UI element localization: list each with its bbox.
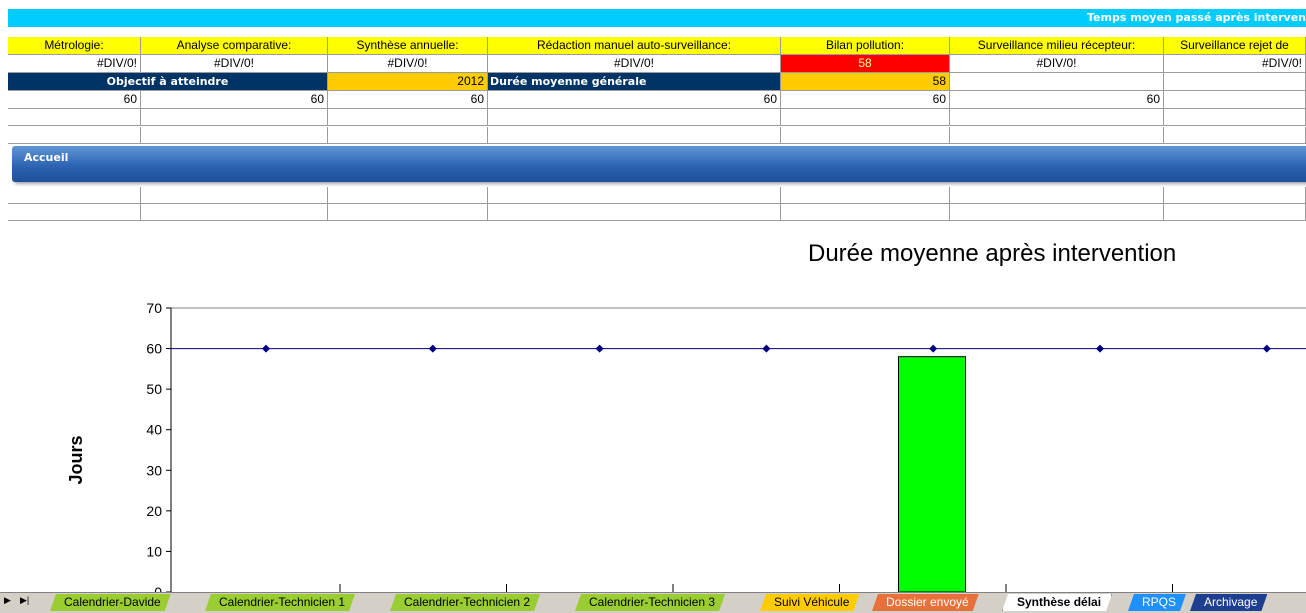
sheet-tab-label: Archivage [1204, 595, 1258, 609]
sheet-tab-label: RPQS [1142, 595, 1177, 609]
target-marker [262, 344, 270, 353]
value-cell[interactable]: 58 [781, 55, 950, 73]
sheet-tab[interactable]: Calendrier-Technicien 1 [205, 594, 355, 611]
sheet-tab-label: Synthèse délai [1017, 595, 1102, 609]
empty-cell[interactable] [781, 204, 950, 221]
sheet-tab[interactable]: Archivage [1190, 594, 1267, 611]
duree-label-cell[interactable]: Durée moyenne générale [488, 73, 781, 91]
empty-cell[interactable] [141, 204, 328, 221]
sheet-tab-label: Dossier envoyé [886, 595, 969, 609]
empty-cell[interactable] [1164, 127, 1306, 144]
target-marker [1262, 344, 1271, 353]
accueil-button[interactable]: Accueil [12, 146, 1306, 182]
empty-cell[interactable] [950, 73, 1164, 91]
empty-cell[interactable] [950, 109, 1164, 126]
nav-first-icon[interactable]: ▶ [4, 595, 11, 606]
sheet-tab[interactable]: Calendrier-Technicien 2 [390, 594, 540, 611]
objective-cell[interactable]: 60 [328, 91, 488, 109]
y-tick-label: 20 [146, 503, 162, 519]
sheet-tab-label: Calendrier-Technicien 3 [589, 595, 716, 609]
value-cell[interactable]: #DIV/0! [141, 55, 328, 73]
sheet-tab-label: Calendrier-Davide [64, 595, 161, 609]
accueil-label: Accueil [24, 151, 69, 164]
empty-cell[interactable] [781, 109, 950, 126]
value-cell[interactable]: #DIV/0! [488, 55, 781, 73]
objective-cell[interactable]: 60 [8, 91, 141, 109]
empty-cell[interactable] [1164, 187, 1306, 204]
chart-area[interactable]: Durée moyenne après intervention 0102030… [8, 222, 1306, 600]
target-marker [762, 344, 771, 353]
target-marker [595, 344, 604, 353]
objective-cell[interactable]: 60 [141, 91, 328, 109]
objective-cell[interactable]: 60 [950, 91, 1164, 109]
sheet-tabs-bar: ▶ ▶| Calendrier-Davide Calendrier-Technic… [0, 592, 1306, 613]
year-cell[interactable]: 2012 [328, 73, 488, 91]
empty-cell[interactable] [8, 204, 141, 221]
objectif-label-cell[interactable]: Objectif à atteindre [8, 73, 328, 91]
value-cell[interactable]: #DIV/0! [8, 55, 141, 73]
sheet-tab[interactable]: Dossier envoyé [872, 594, 979, 611]
header-cell[interactable]: Rédaction manuel auto-surveillance: [488, 37, 781, 55]
sheet-banner: Temps moyen passé après interven [8, 9, 1306, 27]
y-axis-label: Jours [66, 435, 86, 484]
sheet-tab[interactable]: RPQS [1128, 594, 1186, 611]
target-marker [929, 344, 938, 353]
sheet-tab-label: Suivi Véhicule [774, 595, 850, 609]
header-cell[interactable]: Métrologie: [8, 37, 141, 55]
empty-cell[interactable] [488, 109, 781, 126]
sheet-tab-label: Calendrier-Technicien 2 [404, 595, 531, 609]
y-tick-label: 70 [146, 300, 162, 316]
empty-cell[interactable] [1164, 109, 1306, 126]
chart-svg: 010203040506070Jours [66, 300, 1306, 600]
empty-cell[interactable] [328, 187, 488, 204]
sheet-tab[interactable]: Suivi Véhicule [760, 594, 859, 611]
empty-cell[interactable] [328, 127, 488, 144]
header-cell[interactable]: Analyse comparative: [141, 37, 328, 55]
empty-cell[interactable] [488, 127, 781, 144]
banner-text: Temps moyen passé après interven [1087, 11, 1306, 24]
empty-cell[interactable] [8, 109, 141, 126]
empty-cell[interactable] [950, 187, 1164, 204]
sheet-tab[interactable]: Calendrier-Davide [50, 594, 171, 611]
target-marker [1096, 344, 1104, 353]
y-tick-label: 60 [146, 341, 162, 357]
empty-cell[interactable] [328, 204, 488, 221]
y-tick-label: 10 [146, 543, 162, 559]
empty-cell[interactable] [141, 127, 328, 144]
sheet-tab-label: Calendrier-Technicien 1 [219, 595, 346, 609]
empty-cell[interactable] [488, 204, 781, 221]
value-cell[interactable]: #DIV/0! [950, 55, 1164, 73]
y-tick-label: 50 [146, 381, 162, 397]
value-cell[interactable]: #DIV/0! [328, 55, 488, 73]
empty-cell[interactable] [781, 187, 950, 204]
sheet-tab[interactable]: Synthèse délai [1002, 594, 1112, 611]
empty-cell[interactable] [1164, 91, 1306, 109]
empty-cell[interactable] [8, 187, 141, 204]
header-cell[interactable]: Surveillance milieu récepteur: [950, 37, 1164, 55]
empty-cell[interactable] [141, 109, 328, 126]
empty-cell[interactable] [1164, 73, 1306, 91]
empty-cell[interactable] [1164, 204, 1306, 221]
empty-cell[interactable] [488, 187, 781, 204]
header-cell[interactable]: Surveillance rejet de [1164, 37, 1306, 55]
duree-value-cell[interactable]: 58 [781, 73, 950, 91]
empty-cell[interactable] [328, 109, 488, 126]
empty-cell[interactable] [781, 127, 950, 144]
objective-cell[interactable]: 60 [781, 91, 950, 109]
header-cell[interactable]: Synthèse annuelle: [328, 37, 488, 55]
bar [898, 356, 966, 593]
empty-cell[interactable] [8, 127, 141, 144]
empty-cell[interactable] [950, 204, 1164, 221]
sheet-tab[interactable]: Calendrier-Technicien 3 [575, 594, 725, 611]
objective-cell[interactable]: 60 [488, 91, 781, 109]
empty-cell[interactable] [950, 127, 1164, 144]
target-marker [428, 344, 437, 353]
y-tick-label: 40 [146, 422, 162, 438]
empty-cell[interactable] [141, 187, 328, 204]
value-cell[interactable]: #DIV/0! [1164, 55, 1306, 73]
y-tick-label: 30 [146, 462, 162, 478]
nav-last-icon[interactable]: ▶| [20, 595, 29, 606]
header-cell[interactable]: Bilan pollution: [781, 37, 950, 55]
